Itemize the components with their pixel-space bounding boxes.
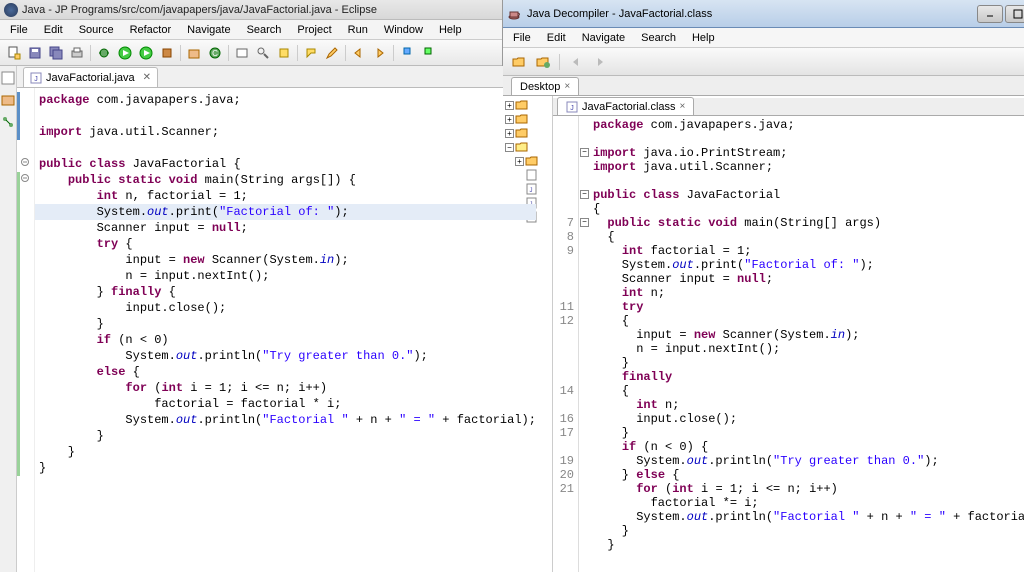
fold-minus-icon[interactable]: − [580, 218, 589, 227]
eclipse-titlebar[interactable]: Java - JP Programs/src/com/javapapers/ja… [0, 0, 502, 20]
menu-edit[interactable]: Edit [36, 22, 71, 38]
jd-workspace-tabs: Desktop × [503, 76, 1024, 96]
forward-icon[interactable] [370, 43, 390, 63]
pin-icon[interactable] [397, 43, 417, 63]
external-tools-icon[interactable] [157, 43, 177, 63]
svg-text:J: J [570, 105, 574, 112]
save-icon[interactable] [25, 43, 45, 63]
toggle-mark-icon[interactable] [301, 43, 321, 63]
drop-icon[interactable] [418, 43, 438, 63]
search-icon[interactable] [253, 43, 273, 63]
jd-title-text: Java Decompiler - JavaFactorial.class [527, 8, 977, 20]
jd-fold-column[interactable]: − − − [579, 116, 591, 572]
hierarchy-icon[interactable] [0, 114, 16, 130]
editor-tab-javafactorial[interactable]: J JavaFactorial.java ✕ [23, 67, 158, 87]
eclipse-icon [4, 3, 18, 17]
menu-search[interactable]: Search [239, 22, 290, 38]
jd-window: Java Decompiler - JavaFactorial.class Fi… [503, 0, 1024, 572]
eclipse-window: Java - JP Programs/src/com/javapapers/ja… [0, 0, 503, 572]
close-icon[interactable]: × [680, 101, 686, 112]
print-icon[interactable] [67, 43, 87, 63]
menu-help[interactable]: Help [431, 22, 470, 38]
eclipse-editor-tabs: J JavaFactorial.java ✕ [17, 66, 536, 88]
maximize-button[interactable] [1005, 5, 1024, 23]
jd-code-viewer[interactable]: 789 1112 14 1617 192021 − − − package co… [553, 116, 1024, 572]
eclipse-code-editor[interactable]: package com.javapapers.java; import java… [17, 88, 536, 572]
eclipse-title-text: Java - JP Programs/src/com/javapapers/ja… [22, 4, 377, 16]
jd-toolbar [503, 48, 1024, 76]
jd-menu-navigate[interactable]: Navigate [574, 30, 633, 46]
package-explorer-icon[interactable] [0, 92, 16, 108]
close-icon[interactable]: × [564, 81, 570, 92]
jd-menu-edit[interactable]: Edit [539, 30, 574, 46]
editor-tab-label: JavaFactorial.java [46, 72, 135, 84]
jd-menu-search[interactable]: Search [633, 30, 684, 46]
jd-menu-help[interactable]: Help [684, 30, 723, 46]
jd-menu-file[interactable]: File [505, 30, 539, 46]
new-package-icon[interactable] [184, 43, 204, 63]
menu-window[interactable]: Window [376, 22, 431, 38]
eclipse-left-trim [0, 66, 17, 572]
open-type-icon[interactable] [232, 43, 252, 63]
new-class-icon[interactable]: C [205, 43, 225, 63]
menu-refactor[interactable]: Refactor [122, 22, 180, 38]
open-file-icon[interactable] [509, 52, 529, 72]
save-all-icon[interactable] [46, 43, 66, 63]
menu-run[interactable]: Run [340, 22, 376, 38]
debug-icon[interactable] [94, 43, 114, 63]
file-tab-javafactorial[interactable]: J JavaFactorial.class × [557, 97, 694, 115]
coffee-icon [507, 6, 523, 22]
forward-arrow-icon[interactable] [590, 52, 610, 72]
close-icon[interactable]: ✕ [143, 72, 151, 83]
new-icon[interactable] [4, 43, 24, 63]
jd-menubar: File Edit Navigate Search Help [503, 28, 1024, 48]
eclipse-toolbar: C [0, 40, 502, 66]
eclipse-menubar: File Edit Source Refactor Navigate Searc… [0, 20, 502, 40]
run-icon[interactable] [115, 43, 135, 63]
class-icon: J [566, 101, 578, 113]
restore-view-icon[interactable] [0, 70, 16, 86]
pencil-icon[interactable] [322, 43, 342, 63]
jd-file-tabs: J JavaFactorial.class × [553, 98, 1024, 116]
minimize-button[interactable] [977, 5, 1003, 23]
svg-text:C: C [212, 49, 218, 58]
back-arrow-icon[interactable] [566, 52, 586, 72]
eclipse-gutter[interactable] [17, 88, 35, 572]
menu-file[interactable]: File [2, 22, 36, 38]
fold-minus-icon[interactable]: − [580, 190, 589, 199]
menu-project[interactable]: Project [289, 22, 339, 38]
run-last-icon[interactable] [136, 43, 156, 63]
svg-text:J: J [34, 76, 38, 83]
back-icon[interactable] [349, 43, 369, 63]
jd-line-numbers: 789 1112 14 1617 192021 [553, 116, 579, 572]
menu-source[interactable]: Source [71, 22, 122, 38]
jd-titlebar[interactable]: Java Decompiler - JavaFactorial.class [503, 0, 1024, 28]
fold-minus-icon[interactable]: − [580, 148, 589, 157]
menu-navigate[interactable]: Navigate [179, 22, 238, 38]
open-type-icon[interactable] [533, 52, 553, 72]
java-file-icon: J [30, 72, 42, 84]
annotation-icon[interactable] [274, 43, 294, 63]
